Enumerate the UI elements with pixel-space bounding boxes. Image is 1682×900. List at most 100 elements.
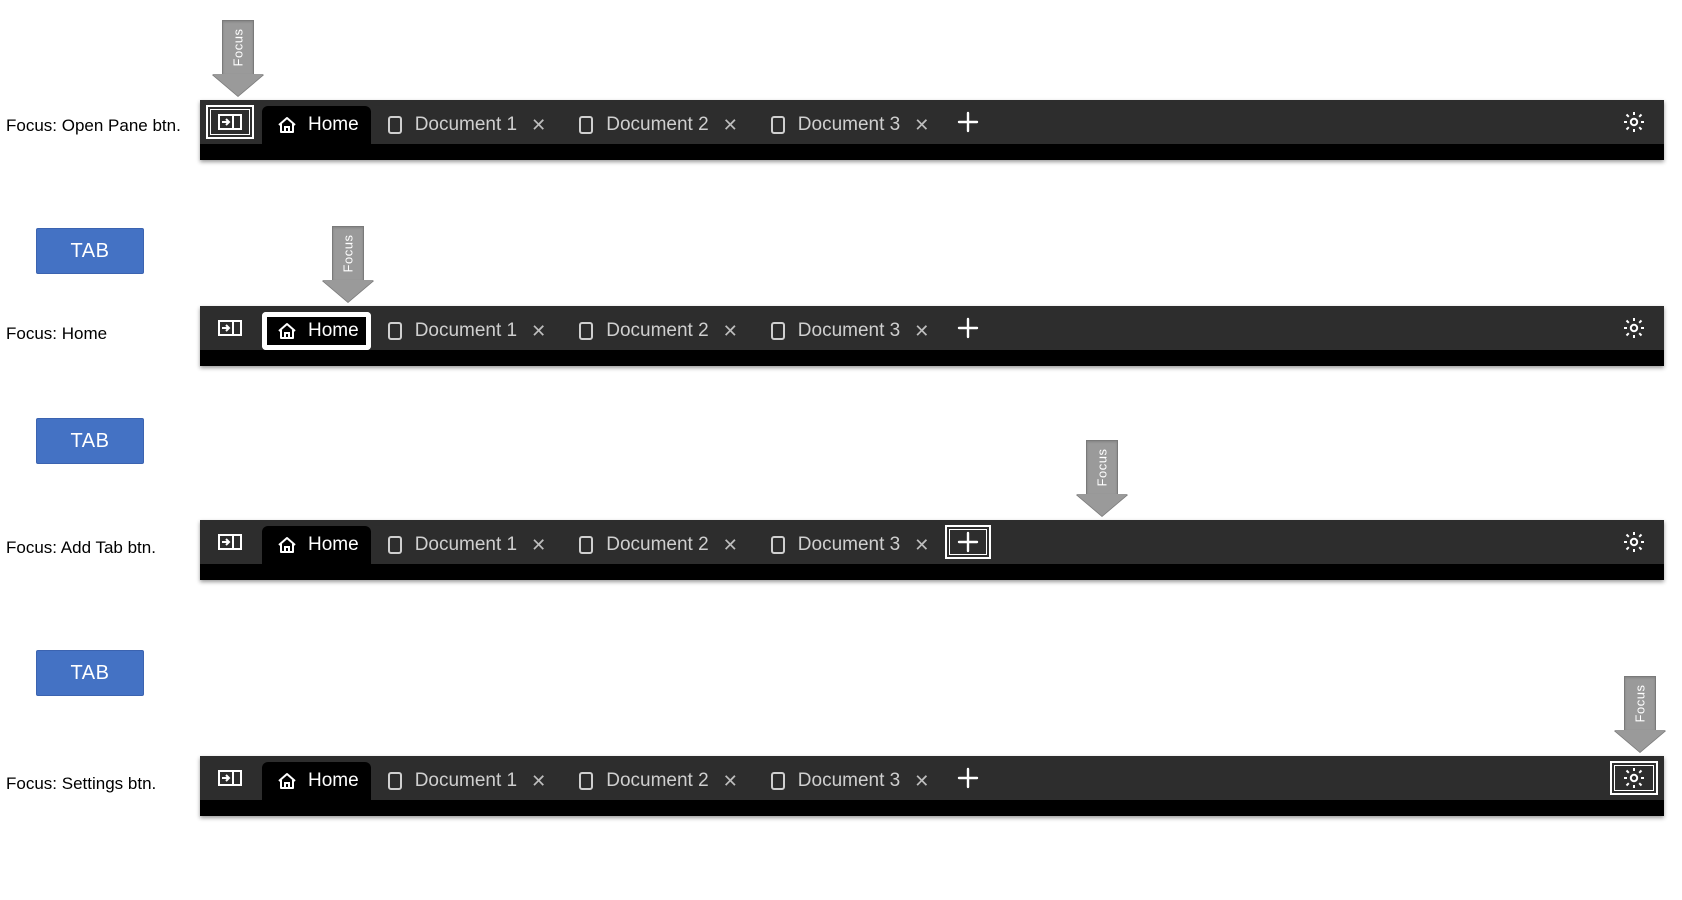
document-icon — [576, 771, 596, 791]
step-caption: Focus: Add Tab btn. — [0, 538, 190, 558]
add-tab-button[interactable] — [945, 761, 991, 795]
tab-label: Home — [308, 320, 359, 342]
tab-label: Document 2 — [606, 320, 708, 342]
tab-document[interactable]: Document 3 ✕ — [754, 526, 946, 564]
tab-label: Document 2 — [606, 114, 708, 136]
add-tab-button[interactable] — [945, 311, 991, 345]
document-icon — [576, 321, 596, 341]
plus-icon — [957, 111, 979, 133]
step-caption: Focus: Home — [0, 324, 190, 344]
settings-button[interactable] — [1610, 761, 1658, 795]
tab-label: Document 2 — [606, 770, 708, 792]
plus-icon — [957, 531, 979, 553]
close-icon[interactable]: ✕ — [910, 321, 933, 342]
document-icon — [385, 771, 405, 791]
gear-icon — [1623, 531, 1645, 553]
tab-label: Document 3 — [798, 114, 900, 136]
close-icon[interactable]: ✕ — [527, 535, 550, 556]
tab-document[interactable]: Document 1 ✕ — [371, 312, 563, 350]
tab-home[interactable]: Home — [262, 526, 371, 564]
focus-indicator-arrow: Focus — [1614, 676, 1666, 752]
step-caption: Focus: Open Pane btn. — [0, 116, 190, 136]
tab-document[interactable]: Document 2 ✕ — [562, 526, 754, 564]
document-icon — [768, 535, 788, 555]
close-icon[interactable]: ✕ — [719, 771, 742, 792]
tab-document[interactable]: Document 2 ✕ — [562, 762, 754, 800]
tab-document[interactable]: Document 1 ✕ — [371, 526, 563, 564]
tab-key-indicator: TAB — [36, 228, 144, 274]
plus-icon — [957, 767, 979, 789]
focus-arrow-label: Focus — [1095, 449, 1110, 487]
close-icon[interactable]: ✕ — [527, 771, 550, 792]
tab-label: Document 1 — [415, 114, 517, 136]
tab-home[interactable]: Home — [262, 762, 371, 800]
document-icon — [576, 535, 596, 555]
open-pane-button[interactable] — [206, 105, 254, 139]
document-icon — [768, 115, 788, 135]
tab-document[interactable]: Document 3 ✕ — [754, 312, 946, 350]
tab-strip: Home Document 1 ✕ Document 2 ✕ Document … — [200, 100, 1664, 160]
tab-strip: Home Document 1 ✕ Document 2 ✕ Document … — [200, 520, 1664, 580]
tab-key-indicator: TAB — [36, 650, 144, 696]
gear-icon — [1623, 767, 1645, 789]
document-icon — [385, 115, 405, 135]
tab-label: Document 1 — [415, 320, 517, 342]
open-pane-button[interactable] — [206, 761, 254, 795]
add-tab-button[interactable] — [945, 105, 991, 139]
tab-label: Home — [308, 534, 359, 556]
settings-button[interactable] — [1610, 311, 1658, 345]
focus-indicator-arrow: Focus — [1076, 440, 1128, 516]
settings-button[interactable] — [1610, 105, 1658, 139]
focus-arrow-label: Focus — [341, 235, 356, 273]
tab-document[interactable]: Document 2 ✕ — [562, 106, 754, 144]
tab-document[interactable]: Document 1 ✕ — [371, 106, 563, 144]
close-icon[interactable]: ✕ — [719, 115, 742, 136]
tab-home[interactable]: Home — [262, 312, 371, 350]
close-icon[interactable]: ✕ — [719, 535, 742, 556]
focus-indicator-arrow: Focus — [212, 20, 264, 96]
close-icon[interactable]: ✕ — [910, 771, 933, 792]
document-icon — [385, 321, 405, 341]
close-icon[interactable]: ✕ — [527, 321, 550, 342]
close-icon[interactable]: ✕ — [910, 115, 933, 136]
tab-label: Document 3 — [798, 770, 900, 792]
home-icon — [276, 535, 298, 555]
focus-arrow-label: Focus — [231, 29, 246, 67]
tab-document[interactable]: Document 1 ✕ — [371, 762, 563, 800]
open-pane-icon — [218, 112, 242, 132]
add-tab-button[interactable] — [945, 525, 991, 559]
close-icon[interactable]: ✕ — [719, 321, 742, 342]
close-icon[interactable]: ✕ — [910, 535, 933, 556]
focus-indicator-arrow: Focus — [322, 226, 374, 302]
open-pane-icon — [218, 318, 242, 338]
document-icon — [768, 321, 788, 341]
tab-key-indicator: TAB — [36, 418, 144, 464]
plus-icon — [957, 317, 979, 339]
tab-document[interactable]: Document 2 ✕ — [562, 312, 754, 350]
gear-icon — [1623, 111, 1645, 133]
tab-label: Document 3 — [798, 320, 900, 342]
document-icon — [768, 771, 788, 791]
tab-document[interactable]: Document 3 ✕ — [754, 106, 946, 144]
focus-arrow-label: Focus — [1633, 685, 1648, 723]
document-icon — [576, 115, 596, 135]
tab-strip: Home Document 1 ✕ Document 2 ✕ Document … — [200, 756, 1664, 816]
close-icon[interactable]: ✕ — [527, 115, 550, 136]
open-pane-button[interactable] — [206, 525, 254, 559]
gear-icon — [1623, 317, 1645, 339]
tab-strip: Home Document 1 ✕ Document 2 ✕ Document … — [200, 306, 1664, 366]
tab-label: Document 1 — [415, 534, 517, 556]
home-icon — [276, 115, 298, 135]
tab-label: Home — [308, 114, 359, 136]
document-icon — [385, 535, 405, 555]
tab-label: Document 3 — [798, 534, 900, 556]
step-caption: Focus: Settings btn. — [0, 774, 190, 794]
open-pane-icon — [218, 532, 242, 552]
tab-label: Document 1 — [415, 770, 517, 792]
tab-home[interactable]: Home — [262, 106, 371, 144]
settings-button[interactable] — [1610, 525, 1658, 559]
open-pane-icon — [218, 768, 242, 788]
tab-label: Home — [308, 770, 359, 792]
tab-document[interactable]: Document 3 ✕ — [754, 762, 946, 800]
open-pane-button[interactable] — [206, 311, 254, 345]
